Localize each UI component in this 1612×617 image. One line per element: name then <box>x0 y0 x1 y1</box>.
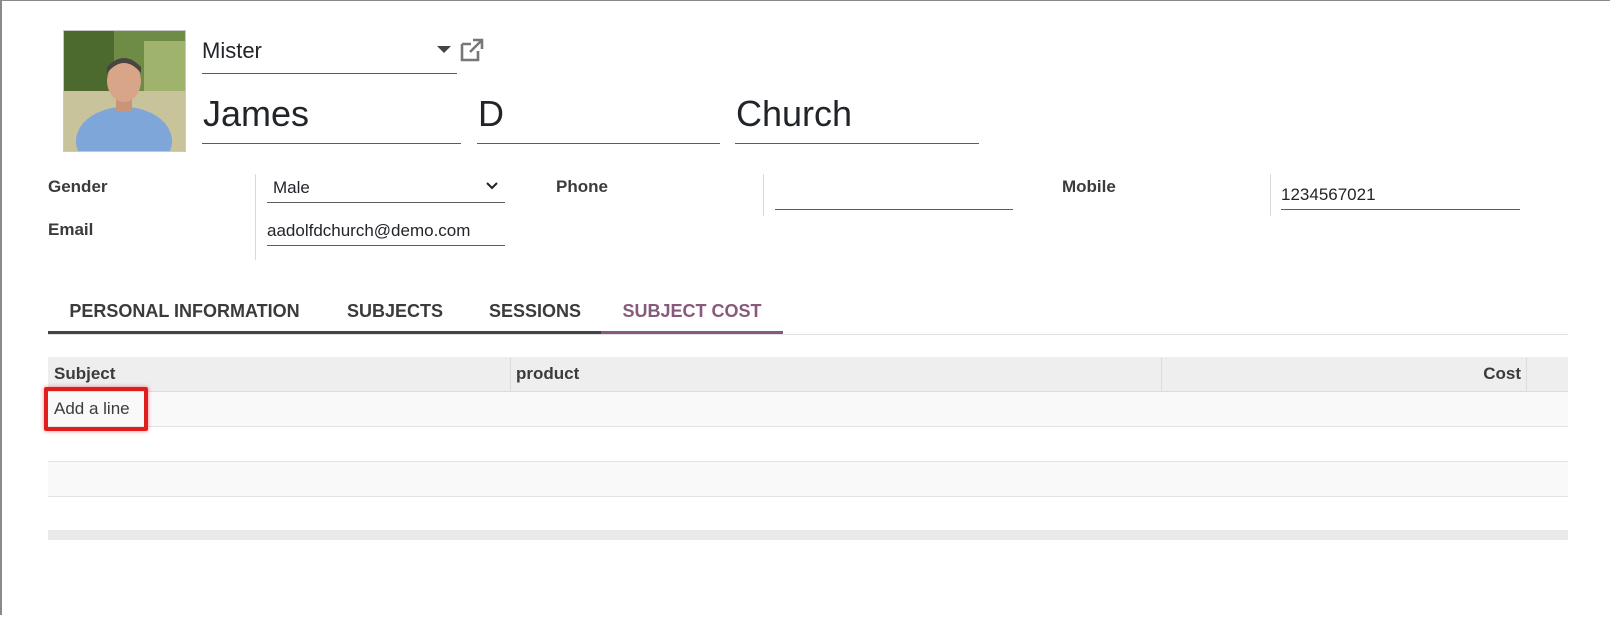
divider <box>763 174 764 216</box>
table-row <box>48 497 1568 532</box>
phone-label: Phone <box>556 177 608 196</box>
first-name-value: James <box>203 93 310 134</box>
table-row <box>48 462 1568 497</box>
email-value: aadolfdchurch@demo.com <box>267 221 471 240</box>
middle-name-field[interactable]: D <box>477 88 720 144</box>
first-name-field[interactable]: James <box>202 88 461 144</box>
add-a-line-button[interactable]: Add a line <box>44 387 148 431</box>
column-header-cost[interactable]: Cost <box>1161 357 1521 391</box>
mobile-label: Mobile <box>1062 177 1116 196</box>
gender-select[interactable]: Male <box>267 173 505 203</box>
table-row <box>48 392 1568 427</box>
mobile-field[interactable]: 1234567021 <box>1281 180 1520 210</box>
email-label: Email <box>48 220 94 239</box>
notebook-tabs: PERSONAL INFORMATION SUBJECTS SESSIONS S… <box>48 290 1568 335</box>
table-footer <box>48 530 1568 540</box>
last-name-value: Church <box>736 93 853 134</box>
gender-value: Male <box>273 178 310 197</box>
caret-down-icon <box>437 46 451 53</box>
tab-personal-information[interactable]: PERSONAL INFORMATION <box>48 290 321 334</box>
column-separator <box>1526 357 1527 391</box>
column-separator <box>510 357 511 391</box>
title-select[interactable]: Mister <box>202 34 457 74</box>
email-field[interactable]: aadolfdchurch@demo.com <box>267 216 505 246</box>
divider <box>1270 174 1271 216</box>
title-value: Mister <box>202 38 262 63</box>
table-row <box>48 427 1568 462</box>
chevron-down-icon <box>486 182 498 190</box>
tab-subjects[interactable]: SUBJECTS <box>321 290 469 334</box>
divider <box>255 174 256 260</box>
gender-label: Gender <box>48 177 108 196</box>
last-name-field[interactable]: Church <box>735 88 979 144</box>
column-header-product[interactable]: product <box>516 357 1116 391</box>
mobile-value: 1234567021 <box>1281 185 1376 204</box>
external-link-icon[interactable] <box>458 36 486 64</box>
middle-name-value: D <box>478 93 504 134</box>
phone-field[interactable] <box>775 180 1013 210</box>
tab-sessions[interactable]: SESSIONS <box>469 290 601 334</box>
tab-subject-cost[interactable]: SUBJECT COST <box>601 290 783 334</box>
avatar[interactable] <box>63 30 186 152</box>
column-header-subject[interactable]: Subject <box>54 357 494 391</box>
table-header: Subject product Cost <box>48 357 1568 392</box>
